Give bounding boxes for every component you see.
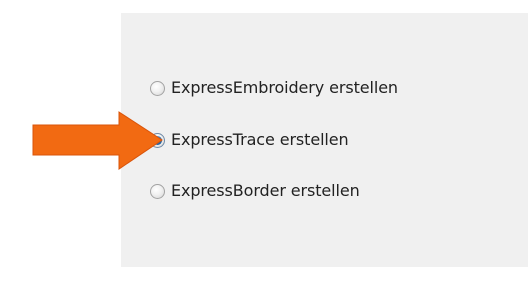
radio-button-unchecked-icon[interactable] (150, 183, 165, 199)
screenshot-stage: ExpressEmbroidery erstellen ExpressTrace… (0, 0, 528, 295)
radio-option-expressembroidery[interactable]: ExpressEmbroidery erstellen (150, 77, 398, 99)
radio-label: ExpressBorder erstellen (171, 181, 360, 200)
radio-button-unchecked-icon[interactable] (150, 80, 165, 96)
radio-option-expressborder[interactable]: ExpressBorder erstellen (150, 180, 360, 202)
radio-label: ExpressEmbroidery erstellen (171, 78, 398, 97)
radio-option-expresstrace[interactable]: ExpressTrace erstellen (150, 129, 349, 151)
radio-label: ExpressTrace erstellen (171, 130, 349, 149)
radio-button-checked-icon[interactable] (150, 132, 165, 148)
